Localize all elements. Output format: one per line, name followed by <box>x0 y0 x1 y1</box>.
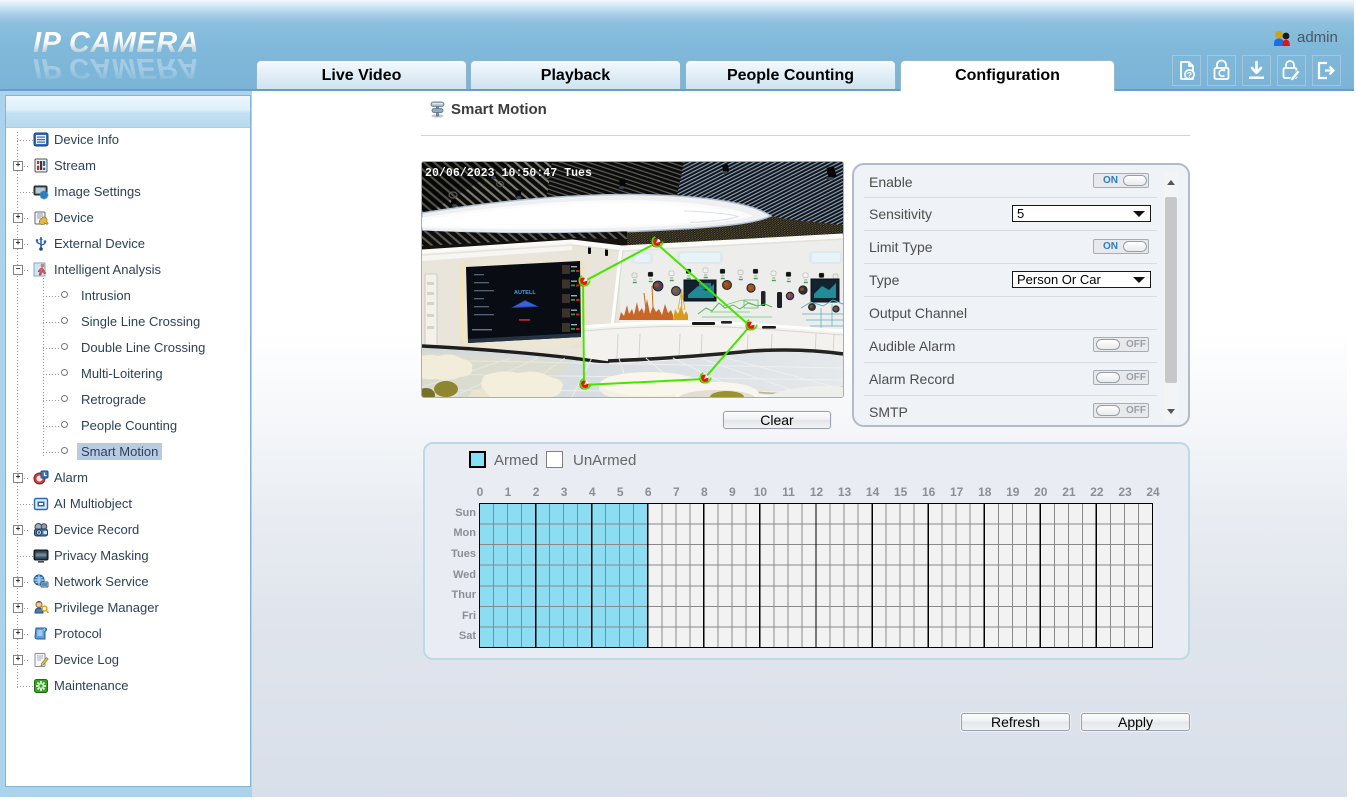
svg-text:?: ? <box>1187 70 1192 80</box>
svg-text:20/06/2023 10:50:47 Tues: 20/06/2023 10:50:47 Tues <box>425 167 592 180</box>
svg-text:AUTELL: AUTELL <box>514 290 536 296</box>
